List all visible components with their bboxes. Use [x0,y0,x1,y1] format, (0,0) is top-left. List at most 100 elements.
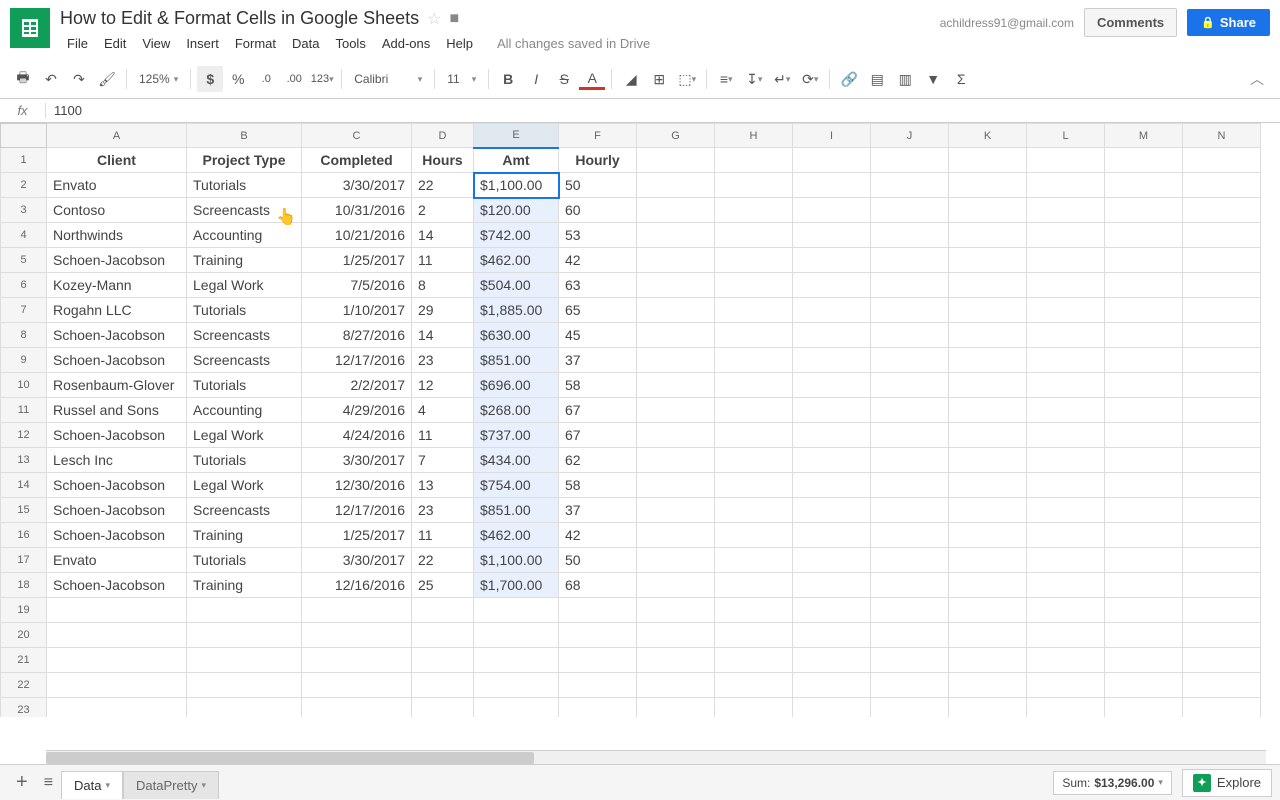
paint-format-icon[interactable]: 🖌 [94,66,120,92]
cell-B12[interactable]: Legal Work [187,423,302,448]
row-header-15[interactable]: 15 [1,498,47,523]
cell-L22[interactable] [1027,673,1105,698]
cell-K18[interactable] [949,573,1027,598]
col-header-L[interactable]: L [1027,124,1105,148]
row-header-8[interactable]: 8 [1,323,47,348]
cell-J14[interactable] [871,473,949,498]
cell-I19[interactable] [793,598,871,623]
cell-C22[interactable] [302,673,412,698]
cell-N15[interactable] [1183,498,1261,523]
menu-tools[interactable]: Tools [328,33,372,54]
undo-icon[interactable]: ↶ [38,66,64,92]
cell-E8[interactable]: $630.00 [474,323,559,348]
col-header-C[interactable]: C [302,124,412,148]
cell-A10[interactable]: Rosenbaum-Glover [47,373,187,398]
cell-N13[interactable] [1183,448,1261,473]
cell-G12[interactable] [637,423,715,448]
col-header-B[interactable]: B [187,124,302,148]
cell-A12[interactable]: Schoen-Jacobson [47,423,187,448]
col-header-I[interactable]: I [793,124,871,148]
cell-N22[interactable] [1183,673,1261,698]
cell-B16[interactable]: Training [187,523,302,548]
cell-D17[interactable]: 22 [412,548,474,573]
cell-H12[interactable] [715,423,793,448]
col-header-F[interactable]: F [559,124,637,148]
cell-I14[interactable] [793,473,871,498]
col-header-N[interactable]: N [1183,124,1261,148]
zoom-select[interactable]: 125%▾ [133,72,184,86]
cell-L8[interactable] [1027,323,1105,348]
cell-E12[interactable]: $737.00 [474,423,559,448]
cell-G7[interactable] [637,298,715,323]
cell-G19[interactable] [637,598,715,623]
cell-N19[interactable] [1183,598,1261,623]
cell-D11[interactable]: 4 [412,398,474,423]
link-button[interactable]: 🔗 [836,66,862,92]
cell-I7[interactable] [793,298,871,323]
cell-G5[interactable] [637,248,715,273]
cell-F2[interactable]: 50 [559,173,637,198]
menu-edit[interactable]: Edit [97,33,133,54]
cell-G8[interactable] [637,323,715,348]
cell-J1[interactable] [871,148,949,173]
cell-I11[interactable] [793,398,871,423]
cell-K9[interactable] [949,348,1027,373]
cell-A22[interactable] [47,673,187,698]
cell-G9[interactable] [637,348,715,373]
cell-F19[interactable] [559,598,637,623]
cell-F10[interactable]: 58 [559,373,637,398]
cell-L17[interactable] [1027,548,1105,573]
cell-F23[interactable] [559,698,637,718]
cell-N14[interactable] [1183,473,1261,498]
cell-G17[interactable] [637,548,715,573]
col-header-J[interactable]: J [871,124,949,148]
cell-E7[interactable]: $1,885.00 [474,298,559,323]
row-header-19[interactable]: 19 [1,598,47,623]
text-rotate-button[interactable]: ⟳▾ [797,66,823,92]
row-header-1[interactable]: 1 [1,148,47,173]
cell-M12[interactable] [1105,423,1183,448]
cell-B15[interactable]: Screencasts [187,498,302,523]
cell-I21[interactable] [793,648,871,673]
cell-I3[interactable] [793,198,871,223]
cell-M23[interactable] [1105,698,1183,718]
cell-A11[interactable]: Russel and Sons [47,398,187,423]
cell-A13[interactable]: Lesch Inc [47,448,187,473]
cell-N16[interactable] [1183,523,1261,548]
cell-L16[interactable] [1027,523,1105,548]
cell-D15[interactable]: 23 [412,498,474,523]
cell-L20[interactable] [1027,623,1105,648]
cell-B1[interactable]: Project Type [187,148,302,173]
cell-N23[interactable] [1183,698,1261,718]
cell-A14[interactable]: Schoen-Jacobson [47,473,187,498]
cell-E22[interactable] [474,673,559,698]
cell-H10[interactable] [715,373,793,398]
cell-E17[interactable]: $1,100.00 [474,548,559,573]
cell-K5[interactable] [949,248,1027,273]
cell-A19[interactable] [47,598,187,623]
cell-B21[interactable] [187,648,302,673]
row-header-3[interactable]: 3 [1,198,47,223]
cell-M1[interactable] [1105,148,1183,173]
filter-button[interactable]: ▼ [920,66,946,92]
cell-E15[interactable]: $851.00 [474,498,559,523]
cell-M22[interactable] [1105,673,1183,698]
cell-K14[interactable] [949,473,1027,498]
cell-I12[interactable] [793,423,871,448]
cell-G3[interactable] [637,198,715,223]
cell-C1[interactable]: Completed [302,148,412,173]
cell-H22[interactable] [715,673,793,698]
cell-G20[interactable] [637,623,715,648]
cell-D19[interactable] [412,598,474,623]
cell-E2[interactable]: $1,100.00 [474,173,559,198]
cell-M10[interactable] [1105,373,1183,398]
cell-D23[interactable] [412,698,474,718]
cell-D1[interactable]: Hours [412,148,474,173]
cell-M21[interactable] [1105,648,1183,673]
cell-F12[interactable]: 67 [559,423,637,448]
cell-B13[interactable]: Tutorials [187,448,302,473]
cell-A8[interactable]: Schoen-Jacobson [47,323,187,348]
cell-B20[interactable] [187,623,302,648]
cell-J18[interactable] [871,573,949,598]
cell-E13[interactable]: $434.00 [474,448,559,473]
